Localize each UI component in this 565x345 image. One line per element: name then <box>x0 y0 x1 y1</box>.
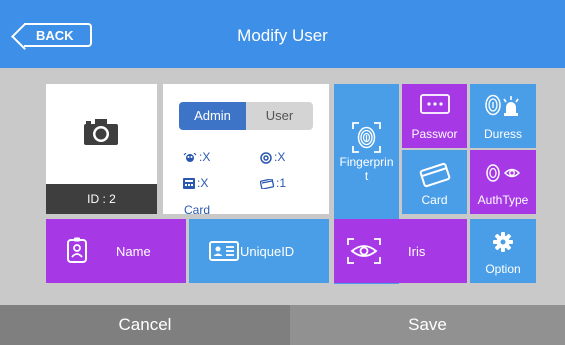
name-tile[interactable]: Name <box>46 219 186 283</box>
option-tile[interactable]: Option <box>470 219 536 283</box>
password-icon <box>419 94 450 114</box>
option-label: Option <box>485 262 521 276</box>
save-button[interactable]: Save <box>290 305 565 345</box>
header-bar: BACK Modify User <box>0 0 565 68</box>
duress-tile[interactable]: Duress <box>470 84 536 148</box>
fingerprint-icon <box>352 122 381 153</box>
camera-icon <box>84 119 118 145</box>
page-title: Modify User <box>237 26 328 45</box>
password-tile[interactable]: Passwor <box>402 84 467 148</box>
user-photo-tile[interactable]: ID : 2 <box>46 84 157 214</box>
duress-label: Duress <box>483 127 522 141</box>
card-count: :1 <box>260 176 286 190</box>
iris-icon <box>347 238 381 264</box>
duress-alarm-icon <box>485 94 519 116</box>
cancel-button[interactable]: Cancel <box>0 305 290 345</box>
role-admin-option[interactable]: Admin <box>179 102 246 130</box>
face-count-value: :X <box>199 150 211 164</box>
keypad-icon <box>183 178 195 190</box>
gear-icon <box>493 232 513 252</box>
iris-tile[interactable]: Iris <box>334 219 467 283</box>
card-tile[interactable]: Card <box>402 150 467 214</box>
name-label: Name <box>116 244 151 259</box>
card-small-icon <box>260 178 274 189</box>
card-tile-label: Card <box>421 193 448 207</box>
fingerprint-count-value: :X <box>274 150 286 164</box>
palm-count-value: :X <box>197 176 209 190</box>
user-id-label: ID : 2 <box>46 184 157 214</box>
role-user-option[interactable]: User <box>246 102 313 130</box>
authtype-tile[interactable]: AuthType <box>470 150 536 214</box>
fingerprint-small-icon <box>260 152 272 164</box>
user-info-panel: Admin User :X :X :X :1 Card <box>163 84 329 217</box>
iris-label: Iris <box>408 244 426 259</box>
uniqueid-tile[interactable]: UniqueID <box>189 219 329 283</box>
face-icon <box>183 152 197 162</box>
card-count-value: :1 <box>276 176 287 190</box>
card-icon <box>419 162 450 188</box>
fingerprint-label: Fingerprint <box>339 155 394 183</box>
uniqueid-label: UniqueID <box>240 244 295 259</box>
name-badge-icon <box>67 237 87 263</box>
card-label: Card <box>184 203 211 217</box>
face-count: :X <box>183 150 210 164</box>
authtype-icon <box>486 164 521 182</box>
role-toggle[interactable]: Admin User <box>179 102 313 130</box>
palm-count: :X <box>183 176 208 190</box>
password-label: Passwor <box>411 127 458 141</box>
fingerprint-count: :X <box>260 150 285 164</box>
id-card-icon <box>209 241 239 261</box>
authtype-label: AuthType <box>477 193 529 207</box>
